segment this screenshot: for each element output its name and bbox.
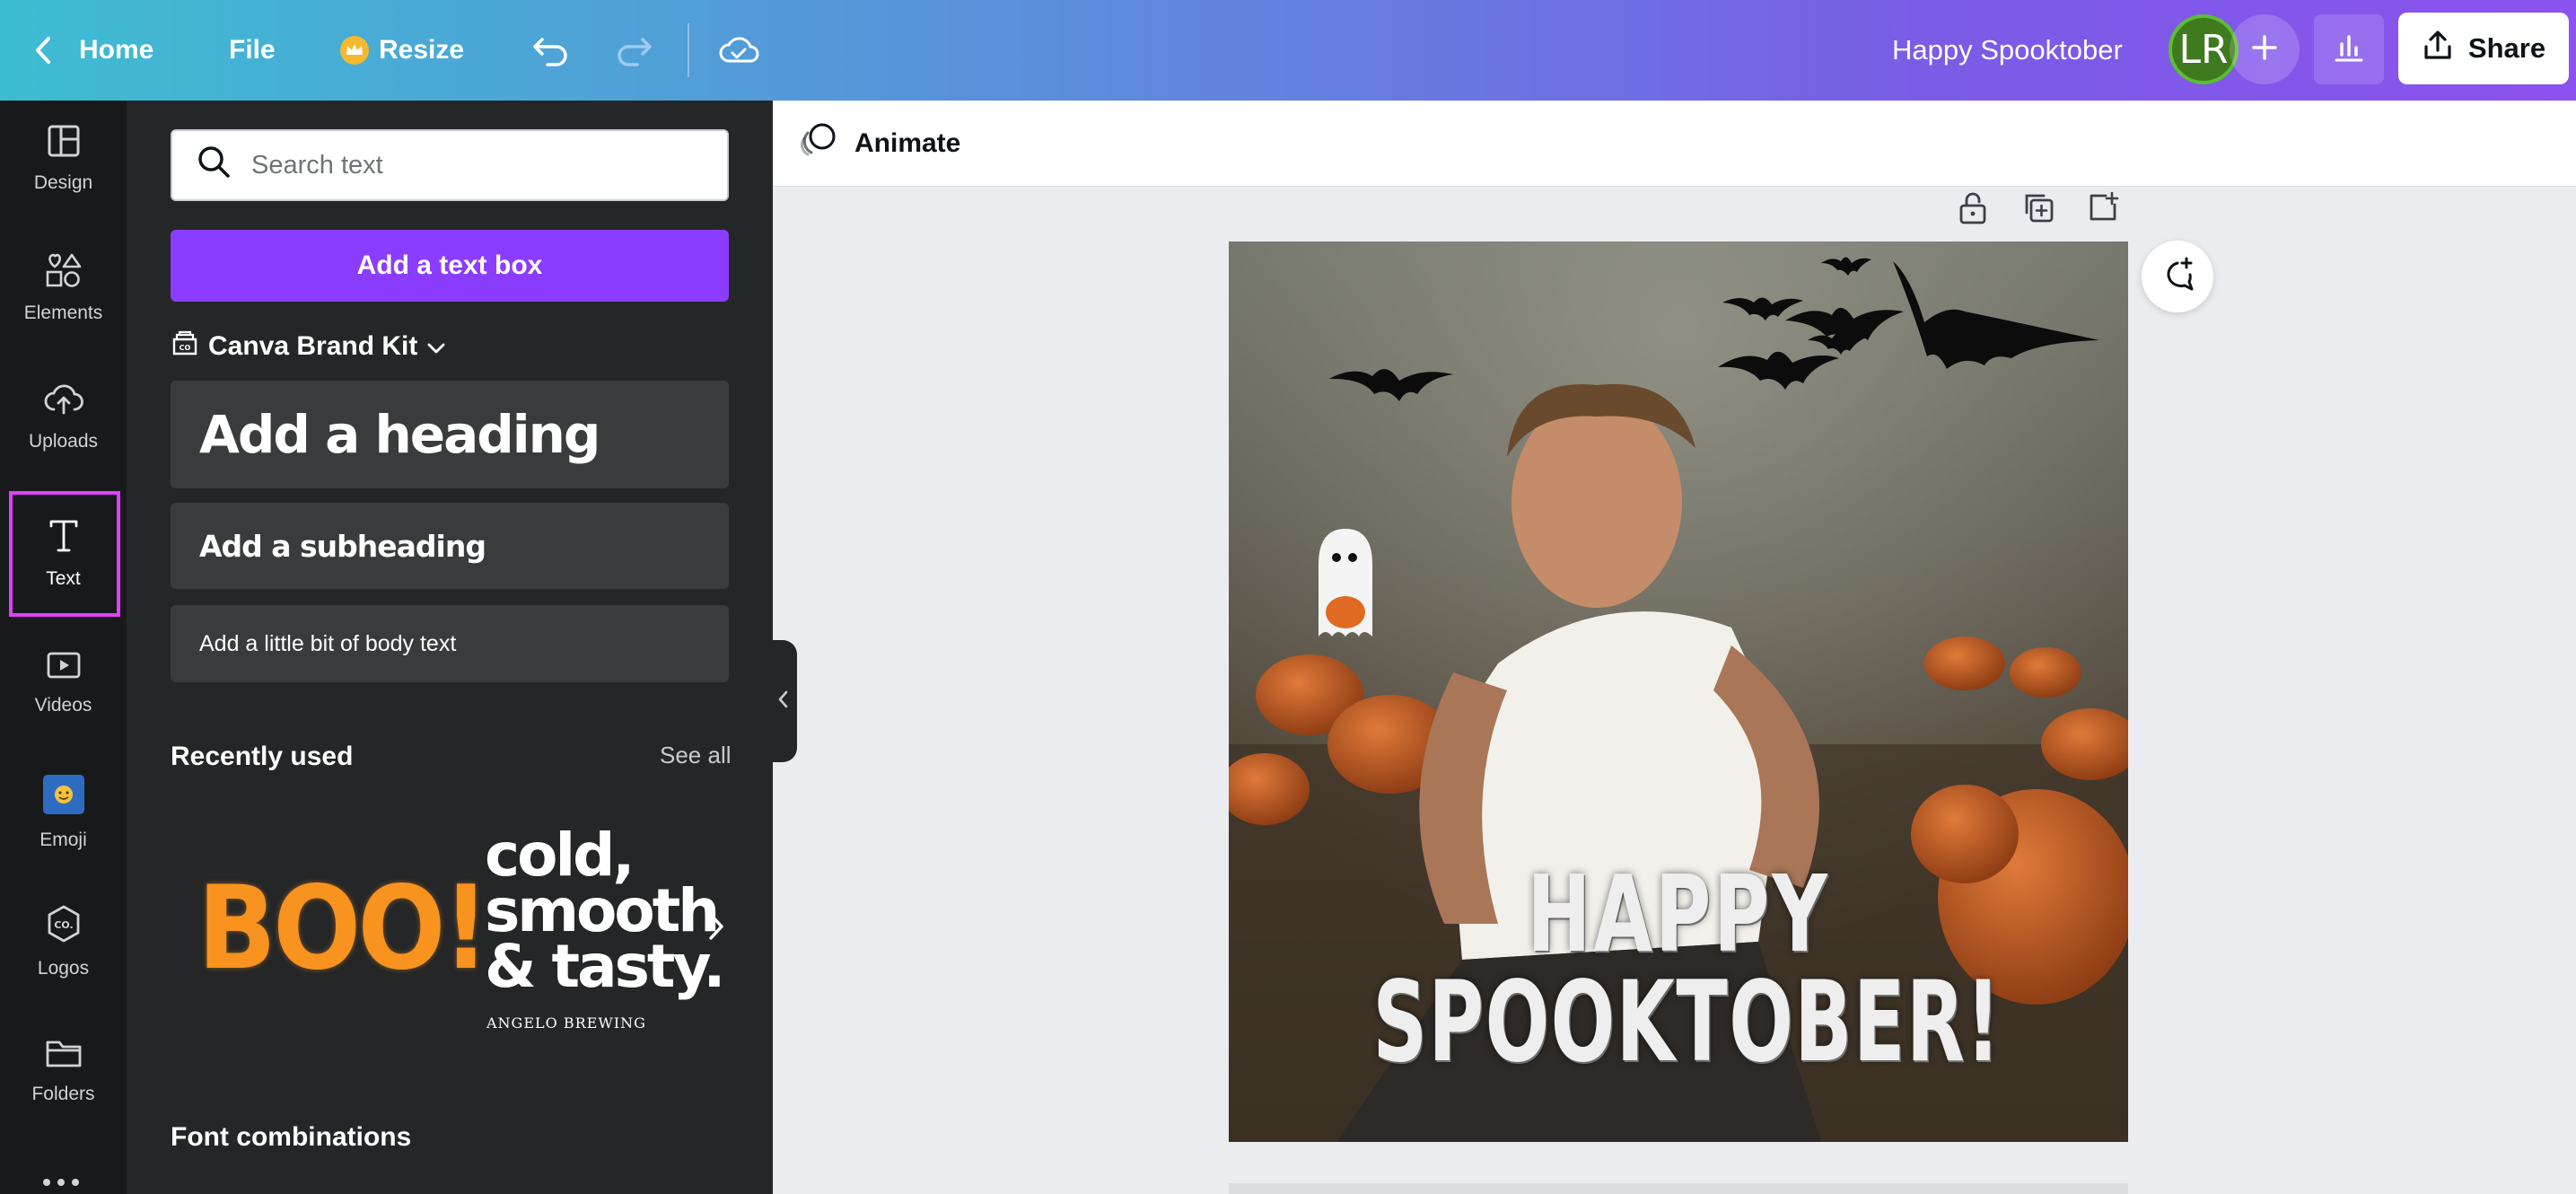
text-icon [48,518,80,559]
folder-icon [45,1037,83,1075]
brand-kit-dropdown[interactable]: CO Canva Brand Kit [171,329,446,364]
rail-item-text[interactable]: Text [0,496,127,612]
home-label: Home [79,35,154,65]
design-canvas[interactable]: HAPPY SPOOKTOBER! [1229,241,2128,1142]
brand-kit-icon: CO [171,329,199,364]
home-button[interactable]: Home [32,0,153,101]
add-page-icon [2086,191,2120,228]
next-page-preview [1229,1183,2128,1194]
duplicate-page-button[interactable] [2021,190,2055,229]
editor-toolbar [773,101,2576,187]
resize-button[interactable]: Resize [339,0,464,101]
avatar[interactable]: LR [2169,14,2239,84]
search-icon [196,144,232,187]
redo-button[interactable] [614,0,653,101]
lock-icon [1957,192,1989,230]
svg-text:CO: CO [180,344,191,352]
redo-icon [614,32,653,68]
shapes-icon [45,252,83,294]
chevron-left-icon [777,689,790,714]
font-combinations-heading: Font combinations [171,1122,412,1152]
save-status-button[interactable] [718,0,759,101]
rail-item-uploads[interactable]: Uploads [0,359,127,476]
insights-button[interactable] [2314,14,2384,84]
add-comment-button[interactable] [2142,241,2213,312]
collapse-panel-button[interactable] [770,640,797,762]
document-title[interactable]: Happy Spooktober [1892,0,2123,101]
cloud-check-icon [718,34,759,66]
top-bar: Home File Resize Happy Spooktober LR Sha… [0,0,2576,101]
more-apps-icon[interactable] [41,1176,81,1192]
rail-item-elements[interactable]: Elements [0,230,127,347]
video-icon [46,650,82,686]
share-icon [2422,29,2454,68]
invite-button[interactable] [2230,14,2300,84]
add-text-box-button[interactable]: Add a text box [171,230,729,302]
canvas-title-text[interactable]: HAPPY SPOOKTOBER! [1229,861,2128,1078]
emoji-icon [42,774,85,821]
recently-used-heading: Recently used [171,742,354,771]
ghost-icon [1319,529,1372,637]
add-page-button[interactable] [2086,190,2120,229]
rail-item-emoji[interactable]: Emoji [0,754,127,871]
search-input[interactable] [251,150,700,180]
animate-icon [799,120,838,167]
layout-icon [47,124,81,163]
crown-icon [339,35,370,66]
chevron-down-icon [426,331,446,362]
comment-add-icon [2158,255,2197,299]
search-field[interactable] [171,129,729,201]
see-all-link[interactable]: See all [660,742,732,769]
chevron-right-icon[interactable] [707,911,725,946]
toolbar-divider [688,23,689,77]
animate-button[interactable]: Animate [799,120,960,167]
plus-icon [2251,34,2278,66]
chevron-left-icon [32,35,54,66]
file-menu-button[interactable]: File [229,0,276,101]
add-heading-button[interactable]: Add a heading [171,381,729,488]
add-body-text-button[interactable]: Add a little bit of body text [171,605,729,682]
undo-icon [531,32,571,68]
rail-item-logos[interactable]: CO. Logos [0,883,127,1000]
bar-chart-icon [2333,31,2365,68]
svg-text:CO.: CO. [54,919,73,931]
rail-item-videos[interactable]: Videos [0,625,127,742]
cloud-upload-icon [44,382,83,422]
undo-button[interactable] [531,0,571,101]
share-button[interactable]: Share [2398,13,2569,84]
logo-icon: CO. [44,904,83,949]
duplicate-icon [2021,194,2055,228]
lock-page-button[interactable] [1957,190,1989,231]
rail-item-design[interactable]: Design [0,101,127,217]
add-subheading-button[interactable]: Add a subheading [171,503,729,589]
rail-item-folders[interactable]: Folders [0,1013,127,1129]
